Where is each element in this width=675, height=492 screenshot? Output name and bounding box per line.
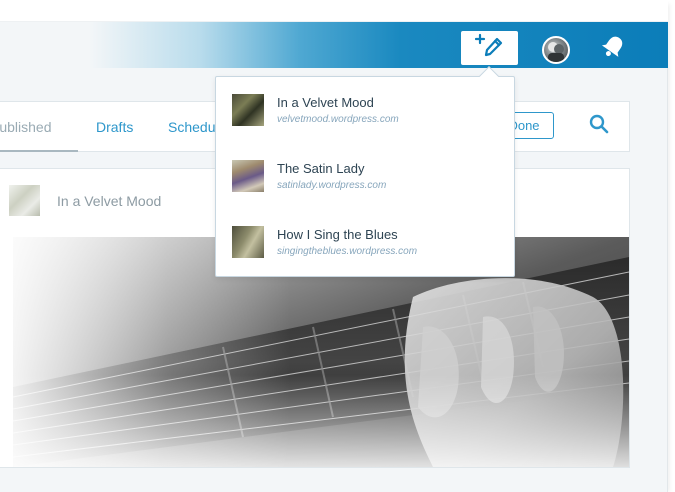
write-post-icon <box>474 33 505 64</box>
site-picker-item[interactable]: In a Velvet Mood velvetmood.wordpress.co… <box>216 77 514 143</box>
site-title: How I Sing the Blues <box>277 227 398 242</box>
avatar-image <box>548 42 564 62</box>
post-site-name[interactable]: In a Velvet Mood <box>57 193 161 209</box>
site-picker-item[interactable]: How I Sing the Blues singingtheblues.wor… <box>216 209 514 275</box>
user-avatar[interactable] <box>542 36 570 64</box>
tab-published[interactable]: Published <box>0 102 78 152</box>
site-url: satinlady.wordpress.com <box>277 180 387 191</box>
site-thumbnail <box>232 160 264 192</box>
search-icon <box>589 114 609 139</box>
tab-drafts[interactable]: Drafts <box>96 102 133 152</box>
site-title: The Satin Lady <box>277 161 365 176</box>
post-site-thumbnail <box>9 185 40 216</box>
site-url: singingtheblues.wordpress.com <box>277 246 418 257</box>
notifications-button[interactable] <box>598 34 628 64</box>
write-post-button[interactable] <box>461 31 518 65</box>
site-thumbnail <box>232 226 264 258</box>
site-picker-item[interactable]: The Satin Lady satinlady.wordpress.com <box>216 143 514 209</box>
site-url: velvetmood.wordpress.com <box>277 114 399 125</box>
site-title: In a Velvet Mood <box>277 95 374 110</box>
site-thumbnail <box>232 94 264 126</box>
window-top-bar <box>0 0 668 22</box>
app-stage: Published Drafts Scheduled Done In a Vel… <box>0 0 675 492</box>
search-button[interactable] <box>585 112 613 140</box>
notifications-bell-icon <box>599 33 627 66</box>
